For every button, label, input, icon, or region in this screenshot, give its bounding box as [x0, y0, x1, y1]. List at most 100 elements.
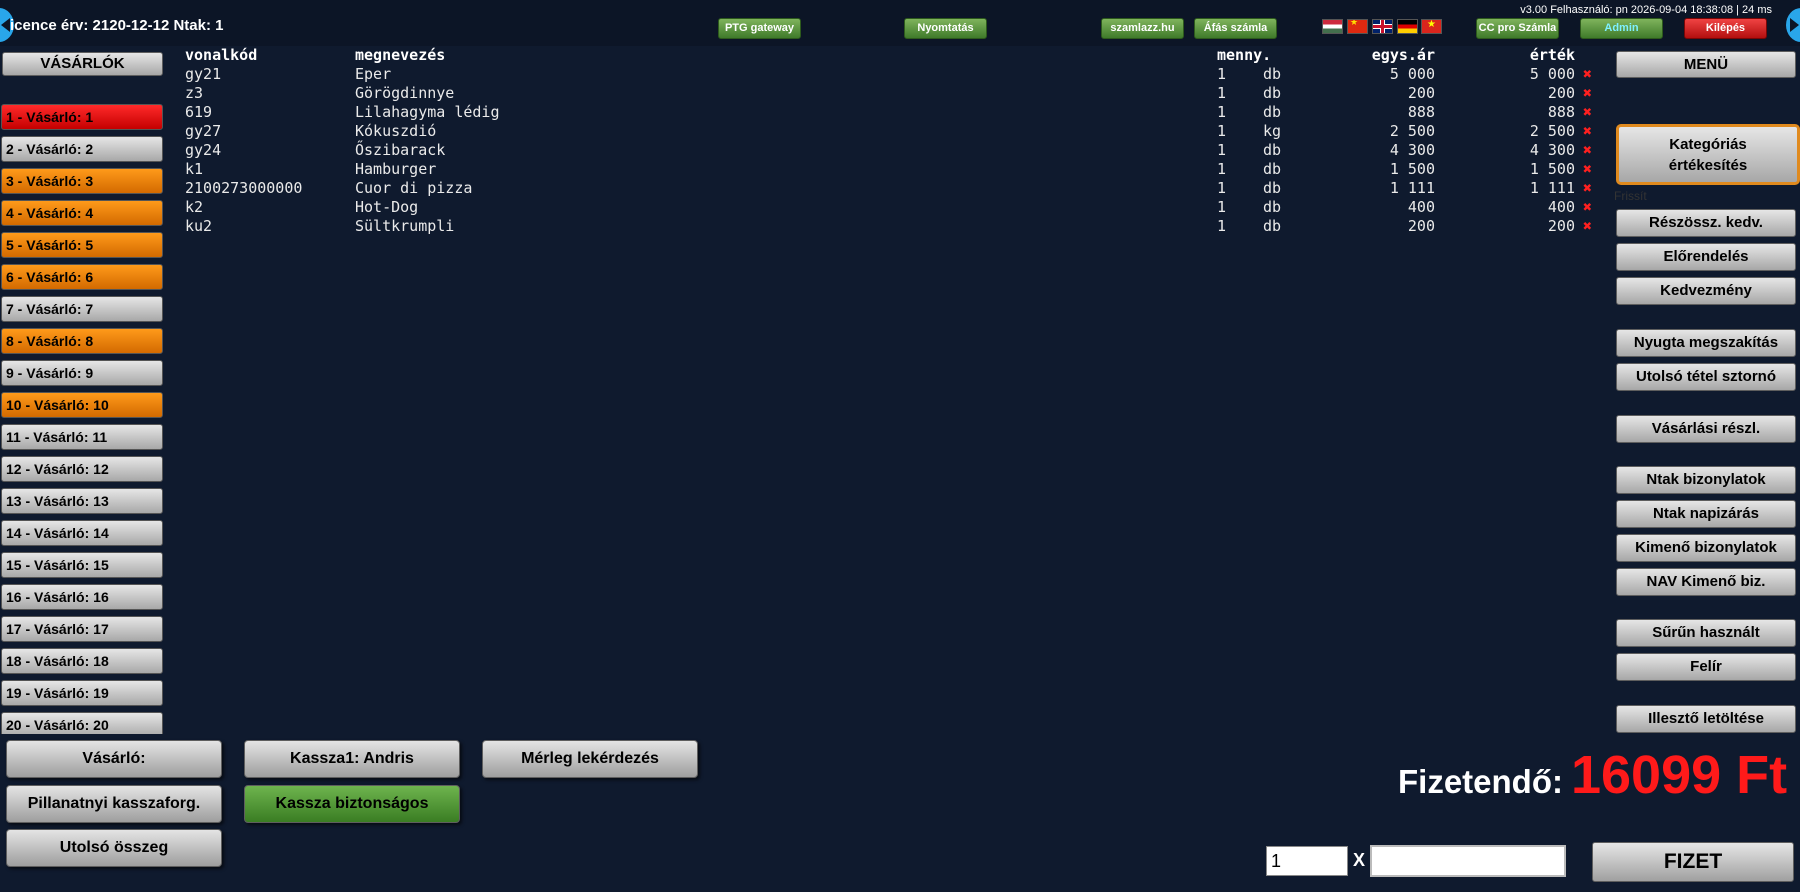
table-row[interactable]: k1 Hamburger 1 db 1 500 1 500 ✖ — [185, 160, 1603, 179]
cell-qty: 1 — [1217, 160, 1227, 178]
customer-item[interactable]: 10 - Vásárló: 10 — [1, 392, 163, 418]
customer-item[interactable]: 17 - Vásárló: 17 — [1, 616, 163, 642]
upload-button[interactable]: Felír — [1616, 653, 1796, 681]
header-value: érték — [1529, 46, 1575, 64]
delete-item-icon[interactable]: ✖ — [1583, 179, 1592, 197]
table-row[interactable]: 619 Lilahagyma lédig 1 db 888 888 ✖ — [185, 103, 1603, 122]
customer-item[interactable]: 12 - Vásárló: 12 — [1, 456, 163, 482]
customer-item[interactable]: 16 - Vásárló: 16 — [1, 584, 163, 610]
cell-qty: 1 — [1217, 103, 1227, 121]
delete-item-icon[interactable]: ✖ — [1583, 160, 1592, 178]
header-name: megnevezés — [355, 46, 446, 64]
print-button[interactable]: Nyomtatás — [904, 18, 987, 39]
category-sales-button[interactable]: Kategóriás értékesítés — [1616, 124, 1800, 185]
last-total-button[interactable]: Utolsó összeg — [6, 829, 222, 867]
receipt-cancel-button[interactable]: Nyugta megszakítás — [1616, 329, 1796, 357]
table-row[interactable]: gy24 Őszibarack 1 db 4 300 4 300 ✖ — [185, 141, 1603, 160]
delete-item-icon[interactable]: ✖ — [1583, 122, 1592, 140]
barcode-input[interactable] — [1370, 845, 1566, 877]
quantity-input[interactable] — [1266, 846, 1348, 876]
customer-item[interactable]: 7 - Vásárló: 7 — [1, 296, 163, 322]
customer-item[interactable]: 5 - Vásárló: 5 — [1, 232, 163, 258]
table-row[interactable]: z3 Görögdinnye 1 db 200 200 ✖ — [185, 84, 1603, 103]
vat-invoice-button[interactable]: Áfás számla — [1194, 18, 1277, 39]
customer-item[interactable]: 3 - Vásárló: 3 — [1, 168, 163, 194]
cashier-button[interactable]: Kassza1: Andris — [244, 740, 460, 778]
refresh-label[interactable]: Frissít — [1614, 189, 1647, 203]
cn-flag-icon[interactable] — [1347, 19, 1368, 34]
customer-item[interactable]: 6 - Vásárló: 6 — [1, 264, 163, 290]
frequently-used-button[interactable]: Sűrűn használt — [1616, 619, 1796, 647]
header-code: vonalkód — [185, 46, 258, 64]
pay-button[interactable]: FIZET — [1592, 842, 1794, 882]
table-row[interactable]: ku2 Sültkrumpli 1 db 200 200 ✖ — [185, 217, 1603, 236]
vn-flag-icon[interactable] — [1421, 19, 1442, 34]
cell-unit: db — [1263, 179, 1282, 197]
cash-flow-button[interactable]: Pillanatnyi kasszaforg. — [6, 785, 222, 823]
preorder-button[interactable]: Előrendelés — [1616, 243, 1796, 271]
customer-item[interactable]: 4 - Vásárló: 4 — [1, 200, 163, 226]
customer-item[interactable]: 19 - Vásárló: 19 — [1, 680, 163, 706]
hu-flag-icon[interactable] — [1322, 19, 1343, 34]
table-row[interactable]: gy21 Eper 1 db 5 000 5 000 ✖ — [185, 65, 1603, 84]
customer-item[interactable]: 14 - Vásárló: 14 — [1, 520, 163, 546]
customer-item[interactable]: 1 - Vásárló: 1 — [1, 104, 163, 130]
customers-header[interactable]: VÁSÁRLÓK — [2, 52, 163, 76]
outgoing-documents-button[interactable]: Kimenő bizonylatok — [1616, 534, 1796, 562]
cell-qty: 1 — [1217, 179, 1227, 197]
customer-item[interactable]: 15 - Vásárló: 15 — [1, 552, 163, 578]
cell-name: Sültkrumpli — [355, 217, 455, 235]
last-item-storno-button[interactable]: Utolsó tétel sztornó — [1616, 363, 1796, 391]
delete-item-icon[interactable]: ✖ — [1583, 198, 1592, 216]
nav-outgoing-button[interactable]: NAV Kimenő biz. — [1616, 568, 1796, 596]
delete-item-icon[interactable]: ✖ — [1583, 217, 1592, 235]
cell-unit: db — [1263, 103, 1282, 121]
next-arrow-icon[interactable] — [1786, 8, 1800, 42]
driver-download-button[interactable]: Illesztő letöltése — [1616, 705, 1796, 733]
scale-query-button[interactable]: Mérleg lekérdezés — [482, 740, 698, 778]
admin-button[interactable]: Admin — [1580, 18, 1663, 39]
customer-item[interactable]: 20 - Vásárló: 20 — [1, 712, 163, 734]
cell-price: 400 — [1407, 198, 1435, 216]
cell-qty: 1 — [1217, 198, 1227, 216]
discount-button[interactable]: Kedvezmény — [1616, 277, 1796, 305]
customer-item[interactable]: 8 - Vásárló: 8 — [1, 328, 163, 354]
customer-item[interactable]: 11 - Vásárló: 11 — [1, 424, 163, 450]
customer-item[interactable]: 13 - Vásárló: 13 — [1, 488, 163, 514]
customer-item[interactable]: 18 - Vásárló: 18 — [1, 648, 163, 674]
ntak-daily-close-button[interactable]: Ntak napizárás — [1616, 500, 1796, 528]
cell-code: 2100273000000 — [185, 179, 303, 197]
cell-value: 1 111 — [1529, 179, 1575, 197]
table-row[interactable]: 2100273000000 Cuor di pizza 1 db 1 111 1 111 ✖ — [185, 179, 1603, 198]
cell-price: 200 — [1407, 84, 1435, 102]
customer-item[interactable]: 2 - Vásárló: 2 — [1, 136, 163, 162]
delete-item-icon[interactable]: ✖ — [1583, 103, 1592, 121]
table-row[interactable]: k2 Hot-Dog 1 db 400 400 ✖ — [185, 198, 1603, 217]
uk-flag-icon[interactable] — [1372, 19, 1393, 34]
customer-button[interactable]: Vásárló: — [6, 740, 222, 778]
delete-item-icon[interactable]: ✖ — [1583, 141, 1592, 159]
table-row[interactable]: gy27 Kókuszdió 1 kg 2 500 2 500 ✖ — [185, 122, 1603, 141]
cell-price: 888 — [1407, 103, 1435, 121]
cell-price: 2 500 — [1389, 122, 1435, 140]
cell-code: gy27 — [185, 122, 222, 140]
cc-pro-invoice-button[interactable]: CC pro Számla — [1476, 18, 1559, 39]
ntak-documents-button[interactable]: Ntak bizonylatok — [1616, 466, 1796, 494]
customer-item[interactable]: 9 - Vásárló: 9 — [1, 360, 163, 386]
exit-button[interactable]: Kilépés — [1684, 18, 1767, 39]
partial-discount-button[interactable]: Részössz. kedv. — [1616, 209, 1796, 237]
szamlazz-button[interactable]: szamlazz.hu — [1101, 18, 1184, 39]
cell-code: ku2 — [185, 217, 213, 235]
ptg-gateway-button[interactable]: PTG gateway — [718, 18, 801, 39]
delete-item-icon[interactable]: ✖ — [1583, 84, 1592, 102]
de-flag-icon[interactable] — [1397, 19, 1418, 34]
top-bar: icence érv: 2120-12-12 Ntak: 1 PTG gatew… — [0, 0, 1800, 46]
cash-safe-button[interactable]: Kassza biztonságos — [244, 785, 460, 823]
delete-item-icon[interactable]: ✖ — [1583, 65, 1592, 83]
cell-unit: db — [1263, 217, 1282, 235]
cell-unit: db — [1263, 198, 1282, 216]
cell-qty: 1 — [1217, 141, 1227, 159]
cell-price: 200 — [1407, 217, 1435, 235]
menu-header[interactable]: MENÜ — [1616, 51, 1796, 78]
purchase-details-button[interactable]: Vásárlási részl. — [1616, 415, 1796, 443]
